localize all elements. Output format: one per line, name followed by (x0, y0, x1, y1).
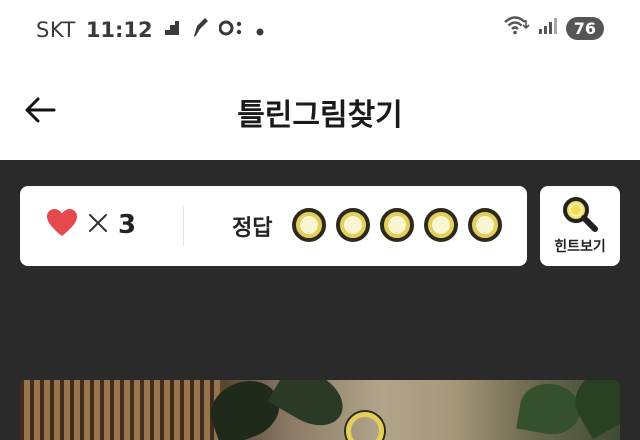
magnifier-icon (560, 194, 600, 238)
answer-label: 정답 (232, 216, 273, 241)
pen-notification-icon (191, 16, 209, 43)
lives-count: 3 (118, 210, 137, 240)
signal-icon (538, 17, 558, 39)
dot-icon (255, 18, 265, 42)
answer-slot (380, 208, 414, 242)
clock: 11:12 (85, 17, 153, 42)
link-notification-icon (218, 18, 245, 42)
app-header: 틀린그림찾기 (0, 62, 640, 160)
lives-display: 3 (46, 208, 136, 242)
answer-slot (468, 208, 502, 242)
carrier-label: SKT (36, 17, 76, 42)
answer-slot (424, 208, 458, 242)
answer-slots (292, 208, 502, 242)
score-divider (183, 206, 184, 246)
battery-indicator: 76 (565, 16, 604, 40)
multiply-icon (88, 213, 108, 237)
puzzle-image[interactable] (20, 380, 620, 440)
plant-leaf (516, 380, 584, 439)
status-bar: SKT 11:12 76 (0, 0, 640, 62)
hint-label: 힌트보기 (554, 239, 606, 255)
plant-leaf (267, 380, 353, 437)
page-title: 틀린그림찾기 (237, 98, 403, 133)
heart-icon (46, 208, 78, 242)
game-area: 3 정답 힌트보기 (0, 160, 640, 440)
answer-slot (336, 208, 370, 242)
hint-button[interactable]: 힌트보기 (540, 186, 620, 266)
answer-slot (292, 208, 326, 242)
found-marker (346, 412, 384, 440)
score-card: 3 정답 (20, 186, 527, 266)
wifi-icon (503, 16, 530, 40)
status-left: SKT 11:12 (36, 16, 265, 43)
app-notification-icon (163, 18, 181, 42)
status-right: 76 (503, 16, 604, 40)
wood-slat-wall (20, 380, 220, 440)
